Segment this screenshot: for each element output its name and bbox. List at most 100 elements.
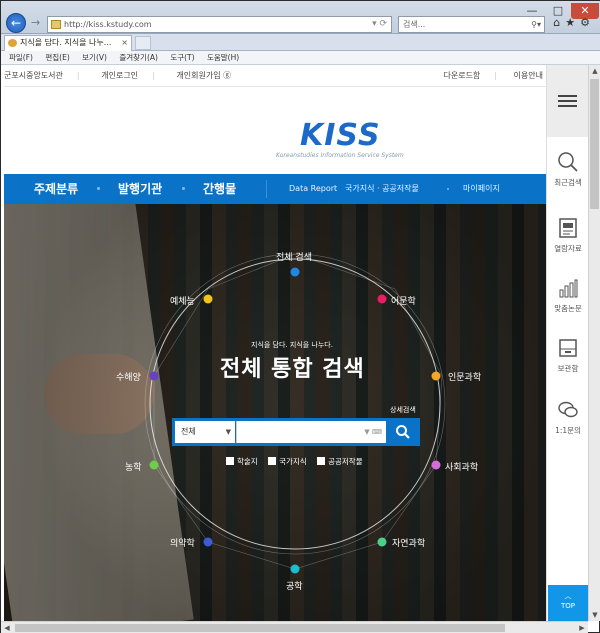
category-engineering[interactable]: 공학 [286,579,303,592]
new-tab-button[interactable] [135,36,151,50]
scroll-top-button[interactable]: ︿ TOP [548,585,588,621]
scroll-up-arrow-icon[interactable]: ▲ [589,65,600,77]
personal-login-link[interactable]: 개인로그인 [101,71,138,80]
quick-recent-search[interactable]: 최근검색 [547,151,589,188]
category-arts[interactable]: 예체능 [170,294,195,307]
scroll-left-arrow-icon[interactable]: ◀ [1,622,13,633]
chevron-down-icon: ▼ [225,428,231,436]
main-nav: 주제분류 발행기관 간행물 Data Report 국가지식 · 공공저작물 마… [4,174,549,204]
hamburger-menu-icon[interactable] [547,65,589,137]
kiss-logo[interactable]: KISS [300,118,381,153]
menu-edit[interactable]: 편집(E) [45,53,69,62]
downloads-link[interactable]: 다운로드함 [443,71,480,80]
checkbox[interactable] [268,457,277,465]
tab-active[interactable]: 지식을 담다. 지식을 나누... × [4,35,132,51]
search-icon [396,425,410,439]
category-ring [144,253,446,574]
search-icon[interactable]: ⚲▾ [531,17,541,32]
category-dot[interactable] [203,294,213,304]
forward-arrow-icon[interactable]: → [31,16,40,29]
menu-tools[interactable]: 도구(T) [170,53,194,62]
vertical-scrollbar[interactable]: ▲ ▼ [588,65,600,621]
nav-subject[interactable]: 주제분류 [34,174,78,204]
scroll-down-arrow-icon[interactable]: ▼ [589,609,600,621]
horizontal-scrollbar[interactable]: ◀ ▶ [1,621,588,633]
search-scope-select[interactable]: 전체 ▼ [175,421,235,443]
gear-icon[interactable]: ⚙ [580,16,595,29]
category-natural-science[interactable]: 자연과학 [392,536,425,549]
page-viewport: 군포시중앙도서관 | 개인로그인 | 개인회원가입 ⓖ 다운로드함 | 이용안내 KI… [4,65,584,621]
search-query-input[interactable]: ▼ ⌨ [236,421,386,443]
category-dot[interactable] [431,460,441,470]
horizontal-scroll-thumb[interactable] [15,624,505,632]
url-text: http://kiss.kstudy.com [64,20,152,29]
category-dot[interactable] [203,537,213,547]
checkbox[interactable] [317,457,326,465]
search-form: 전체 ▼ ▼ ⌨ [172,418,420,446]
tab-close-icon[interactable]: × [121,36,128,50]
hero-search-section: 전체 검색 어문학 인문과학 사회과학 자연과학 공학 의약학 농학 수해양 예… [4,204,549,621]
document-icon [559,218,577,238]
menu-file[interactable]: 파일(F) [9,53,33,62]
chat-bubble-icon [558,401,578,418]
filter-public[interactable]: 공공저작물 [317,456,363,467]
browser-window: — □ ✕ ← → http://kiss.kstudy.com ▾ ⟳ 검색.… [0,0,600,633]
nav-dot [447,188,449,190]
vertical-scroll-thumb[interactable] [590,79,599,209]
filter-national[interactable]: 국가지식 [268,456,307,467]
category-medicine[interactable]: 의약학 [170,536,195,549]
library-name: 군포시중앙도서관 [4,71,63,80]
nav-dot [334,188,336,190]
nav-mypage[interactable]: 마이페이지 [463,174,500,204]
category-dot[interactable] [290,564,300,574]
home-icon[interactable]: ⌂ [553,16,565,29]
menu-help[interactable]: 도움말(H) [207,53,239,62]
nav-national-knowledge[interactable]: 국가지식 · 공공저작물 [345,174,419,204]
quick-recommended[interactable]: 맞춤논문 [547,277,589,314]
category-humanities[interactable]: 인문과학 [448,370,481,383]
advanced-search-link[interactable]: 상세검색 [390,405,416,415]
back-arrow-icon[interactable]: ← [6,13,26,33]
nav-data-report[interactable]: Data Report [289,174,337,204]
guide-link[interactable]: 이용안내 [514,71,543,80]
category-marine[interactable]: 수해양 [116,370,141,383]
bar-chart-icon [559,279,578,298]
category-agriculture[interactable]: 농학 [125,460,142,473]
category-social-science[interactable]: 사회과학 [445,460,478,473]
toolbar-icons[interactable]: ⌂★⚙ [553,16,595,29]
browser-search-input[interactable]: 검색... ⚲▾ [398,16,545,33]
quick-archive[interactable]: 보관함 [547,337,589,374]
checkbox[interactable] [226,457,234,465]
category-dot[interactable] [149,371,159,381]
menu-view[interactable]: 보기(V) [82,53,107,62]
address-bar[interactable]: http://kiss.kstudy.com ▾ ⟳ [47,16,392,33]
keyboard-icon[interactable]: ▼ ⌨ [364,421,382,443]
quick-viewed[interactable]: 열람자료 [547,217,589,254]
favorites-icon[interactable]: ★ [565,16,580,29]
nav-journal[interactable]: 간행물 [203,174,236,204]
nav-dot [97,187,100,190]
magnifier-icon [558,152,578,172]
category-dot[interactable] [149,460,159,470]
search-button[interactable] [388,420,418,444]
category-dot[interactable] [377,294,387,304]
page-icon [51,20,61,29]
logo-subtitle: Koreanstudies Information Service System [276,152,404,159]
category-dot[interactable] [377,537,387,547]
nav-dot [182,187,185,190]
filter-journal[interactable]: 학술지 [226,456,258,467]
quick-inquiry[interactable]: 1:1문의 [547,399,589,436]
utility-bar: 군포시중앙도서관 | 개인로그인 | 개인회원가입 ⓖ 다운로드함 | 이용안내 [4,65,549,87]
refresh-icon[interactable]: ▾ ⟳ [372,17,387,32]
menu-favorites[interactable]: 즐겨찾기(A) [119,53,158,62]
category-dot[interactable] [431,371,441,381]
menu-bar: 파일(F) 편집(E) 보기(V) 즐겨찾기(A) 도구(T) 도움말(H) [1,51,600,65]
category-dot[interactable] [290,267,300,277]
signup-link[interactable]: 개인회원가입 ⓖ [176,71,231,80]
category-all[interactable]: 전체 검색 [276,250,312,263]
nav-divider [266,180,267,198]
tab-bar: 지식을 담다. 지식을 나누... × [1,34,600,51]
nav-publisher[interactable]: 발행기관 [118,174,162,204]
category-linguistics[interactable]: 어문학 [391,294,416,307]
scroll-right-arrow-icon[interactable]: ▶ [576,622,588,633]
